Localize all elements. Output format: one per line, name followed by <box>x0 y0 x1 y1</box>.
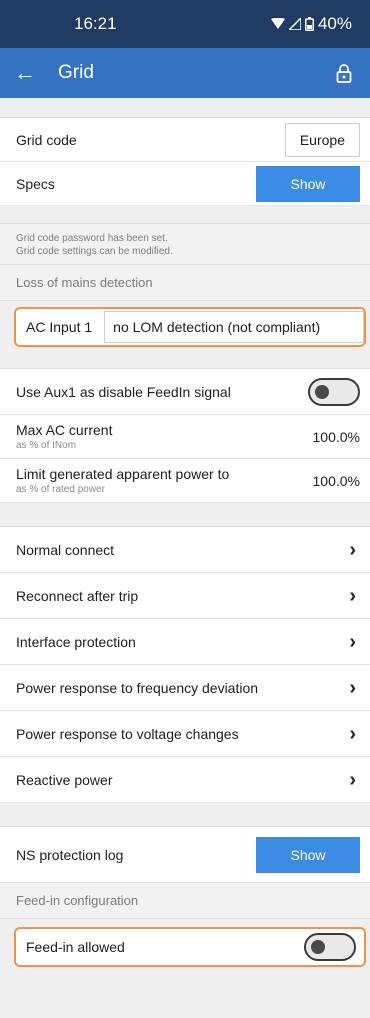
menu-item-label: Power response to voltage changes <box>16 725 239 742</box>
menu-item-label: Power response to frequency deviation <box>16 679 259 696</box>
spacer <box>0 803 370 827</box>
ac-input-label: AC Input 1 <box>26 319 93 335</box>
spacer <box>0 503 370 527</box>
aux-row: Use Aux1 as disable FeedIn signal <box>0 369 370 415</box>
limit-power-value[interactable]: 100.0% <box>313 473 360 489</box>
back-arrow-icon[interactable]: ← <box>14 62 44 84</box>
specs-show-button[interactable]: Show <box>256 165 360 202</box>
grid-code-row: Grid code Europe <box>0 118 370 162</box>
spacer <box>0 98 370 118</box>
chevron-right-icon: › <box>349 538 356 561</box>
status-time: 16:21 <box>74 14 117 33</box>
feedin-row: Feed-in allowed <box>14 927 366 967</box>
note-line-1: Grid code password has been set. <box>16 233 168 244</box>
menu-item-label: Reconnect after trip <box>16 587 139 604</box>
feedin-section-header: Feed-in configuration <box>0 883 370 919</box>
note-line-2: Grid code settings can be modified. <box>16 246 173 257</box>
app-bar: ← Grid <box>0 48 370 98</box>
chevron-right-icon: › <box>349 676 356 699</box>
specs-row: Specs Show <box>0 162 370 206</box>
limit-power-row: Limit generated apparent power to as % o… <box>0 459 370 503</box>
lom-section-header: Loss of mains detection <box>0 265 370 301</box>
menu-item-reactive-power[interactable]: Reactive power › <box>0 757 370 803</box>
toggle-knob <box>311 940 325 954</box>
max-ac-sub: as % of INom <box>16 440 77 451</box>
chevron-right-icon: › <box>349 584 356 607</box>
signal-icon <box>288 18 301 30</box>
max-ac-row: Max AC current as % of INom 100.0% <box>0 415 370 459</box>
specs-label: Specs <box>16 175 55 192</box>
menu-item-voltage-response[interactable]: Power response to voltage changes › <box>0 711 370 757</box>
page-title: Grid <box>58 62 94 83</box>
chevron-right-icon: › <box>349 630 356 653</box>
ac-input-row: AC Input 1 no LOM detection (not complia… <box>14 307 366 347</box>
menu-item-label: Interface protection <box>16 633 136 650</box>
battery-icon <box>304 17 314 31</box>
menu-item-reconnect-after-trip[interactable]: Reconnect after trip › <box>0 573 370 619</box>
feedin-toggle[interactable] <box>304 933 356 961</box>
aux-label: Use Aux1 as disable FeedIn signal <box>16 383 231 400</box>
battery-percent: 40% <box>317 14 352 33</box>
limit-power-sub: as % of rated power <box>16 484 105 495</box>
status-icons: 40% <box>270 14 352 34</box>
ns-log-label: NS protection log <box>16 846 124 863</box>
limit-power-label: Limit generated apparent power to <box>16 466 230 482</box>
max-ac-value[interactable]: 100.0% <box>313 429 360 445</box>
menu-item-label: Normal connect <box>16 541 115 558</box>
menu-item-normal-connect[interactable]: Normal connect › <box>0 527 370 573</box>
aux-toggle[interactable] <box>308 377 360 406</box>
spacer <box>0 353 370 369</box>
max-ac-text: Max AC current as % of INom <box>16 422 112 451</box>
grid-code-selector[interactable]: Europe <box>284 122 360 157</box>
lock-icon[interactable] <box>332 63 356 83</box>
toggle-knob <box>315 384 329 399</box>
limit-power-text: Limit generated apparent power to as % o… <box>16 466 229 495</box>
menu-item-frequency-response[interactable]: Power response to frequency deviation › <box>0 665 370 711</box>
max-ac-label: Max AC current <box>16 422 113 438</box>
grid-code-label: Grid code <box>16 131 77 148</box>
menu-item-interface-protection[interactable]: Interface protection › <box>0 619 370 665</box>
chevron-right-icon: › <box>349 722 356 745</box>
chevron-right-icon: › <box>349 768 356 791</box>
password-note: Grid code password has been set. Grid co… <box>0 224 370 265</box>
status-bar: 16:21 40% <box>0 0 370 48</box>
spacer <box>0 206 370 224</box>
menu-item-label: Reactive power <box>16 771 113 788</box>
ns-log-row: NS protection log Show <box>0 827 370 883</box>
wifi-icon <box>270 18 285 29</box>
ns-log-show-button[interactable]: Show <box>256 836 360 873</box>
feedin-label: Feed-in allowed <box>26 939 125 955</box>
lom-detection-selector[interactable]: no LOM detection (not compliant) <box>104 311 364 343</box>
